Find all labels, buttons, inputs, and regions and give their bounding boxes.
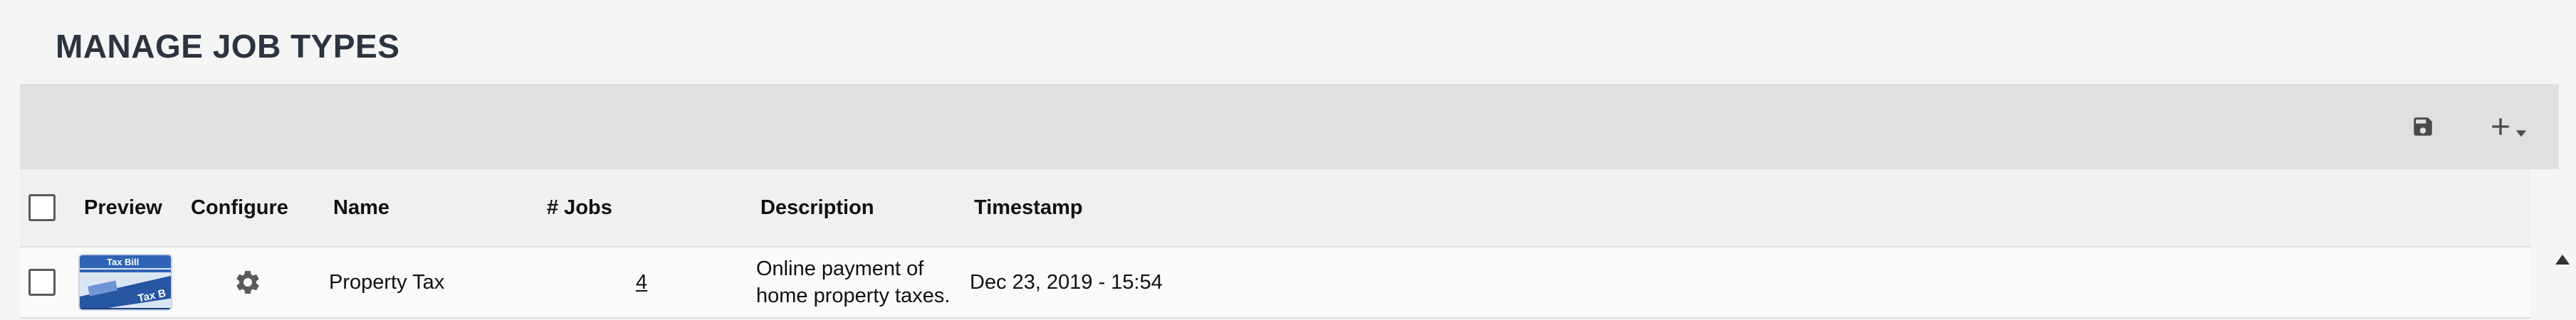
save-icon (2414, 117, 2432, 136)
column-header-configure[interactable]: Configure (191, 169, 288, 246)
description-line-2: home property taxes. (756, 284, 951, 307)
column-header-jobs[interactable]: # Jobs (547, 169, 612, 246)
row-select-cell (28, 247, 56, 317)
preview-cell: Tax Bill Tax B (78, 247, 172, 317)
tax-bill-thumbnail[interactable]: Tax Bill Tax B (78, 254, 172, 311)
triangle-up-icon (2555, 255, 2570, 265)
add-job-type-button[interactable] (2475, 111, 2539, 142)
table-header-row: Preview Configure Name # Jobs Descriptio… (20, 169, 2530, 247)
select-all-checkbox[interactable] (28, 194, 56, 221)
plus-icon (2492, 118, 2509, 135)
configure-cell (234, 247, 262, 317)
timestamp-cell: Dec 23, 2019 - 15:54 (970, 270, 1163, 294)
gear-icon[interactable] (234, 268, 262, 297)
row-checkbox[interactable] (28, 269, 56, 296)
column-header-description[interactable]: Description (760, 169, 874, 246)
select-all-cell (28, 169, 56, 246)
description-line-1: Online payment of (756, 257, 924, 280)
jobs-count-cell: 4 (636, 247, 647, 317)
toolbar (20, 84, 2559, 169)
description-cell: Online payment of home property taxes. (756, 247, 950, 317)
column-header-preview[interactable]: Preview (84, 169, 162, 246)
job-types-table: Preview Configure Name # Jobs Descriptio… (20, 169, 2530, 320)
save-button[interactable] (2405, 111, 2441, 142)
jobs-count-link[interactable]: 4 (636, 271, 647, 294)
caret-down-icon (2515, 130, 2527, 137)
scroll-up-arrow[interactable] (2553, 250, 2572, 269)
column-header-name[interactable]: Name (333, 169, 389, 246)
thumbnail-title-text: Tax Bill (107, 257, 139, 267)
name-cell: Property Tax (329, 270, 445, 294)
column-header-timestamp[interactable]: Timestamp (974, 169, 1083, 246)
table-row[interactable]: Tax Bill Tax B Property Tax 4 Online pay… (20, 247, 2530, 319)
page-title: MANAGE JOB TYPES (56, 28, 400, 65)
